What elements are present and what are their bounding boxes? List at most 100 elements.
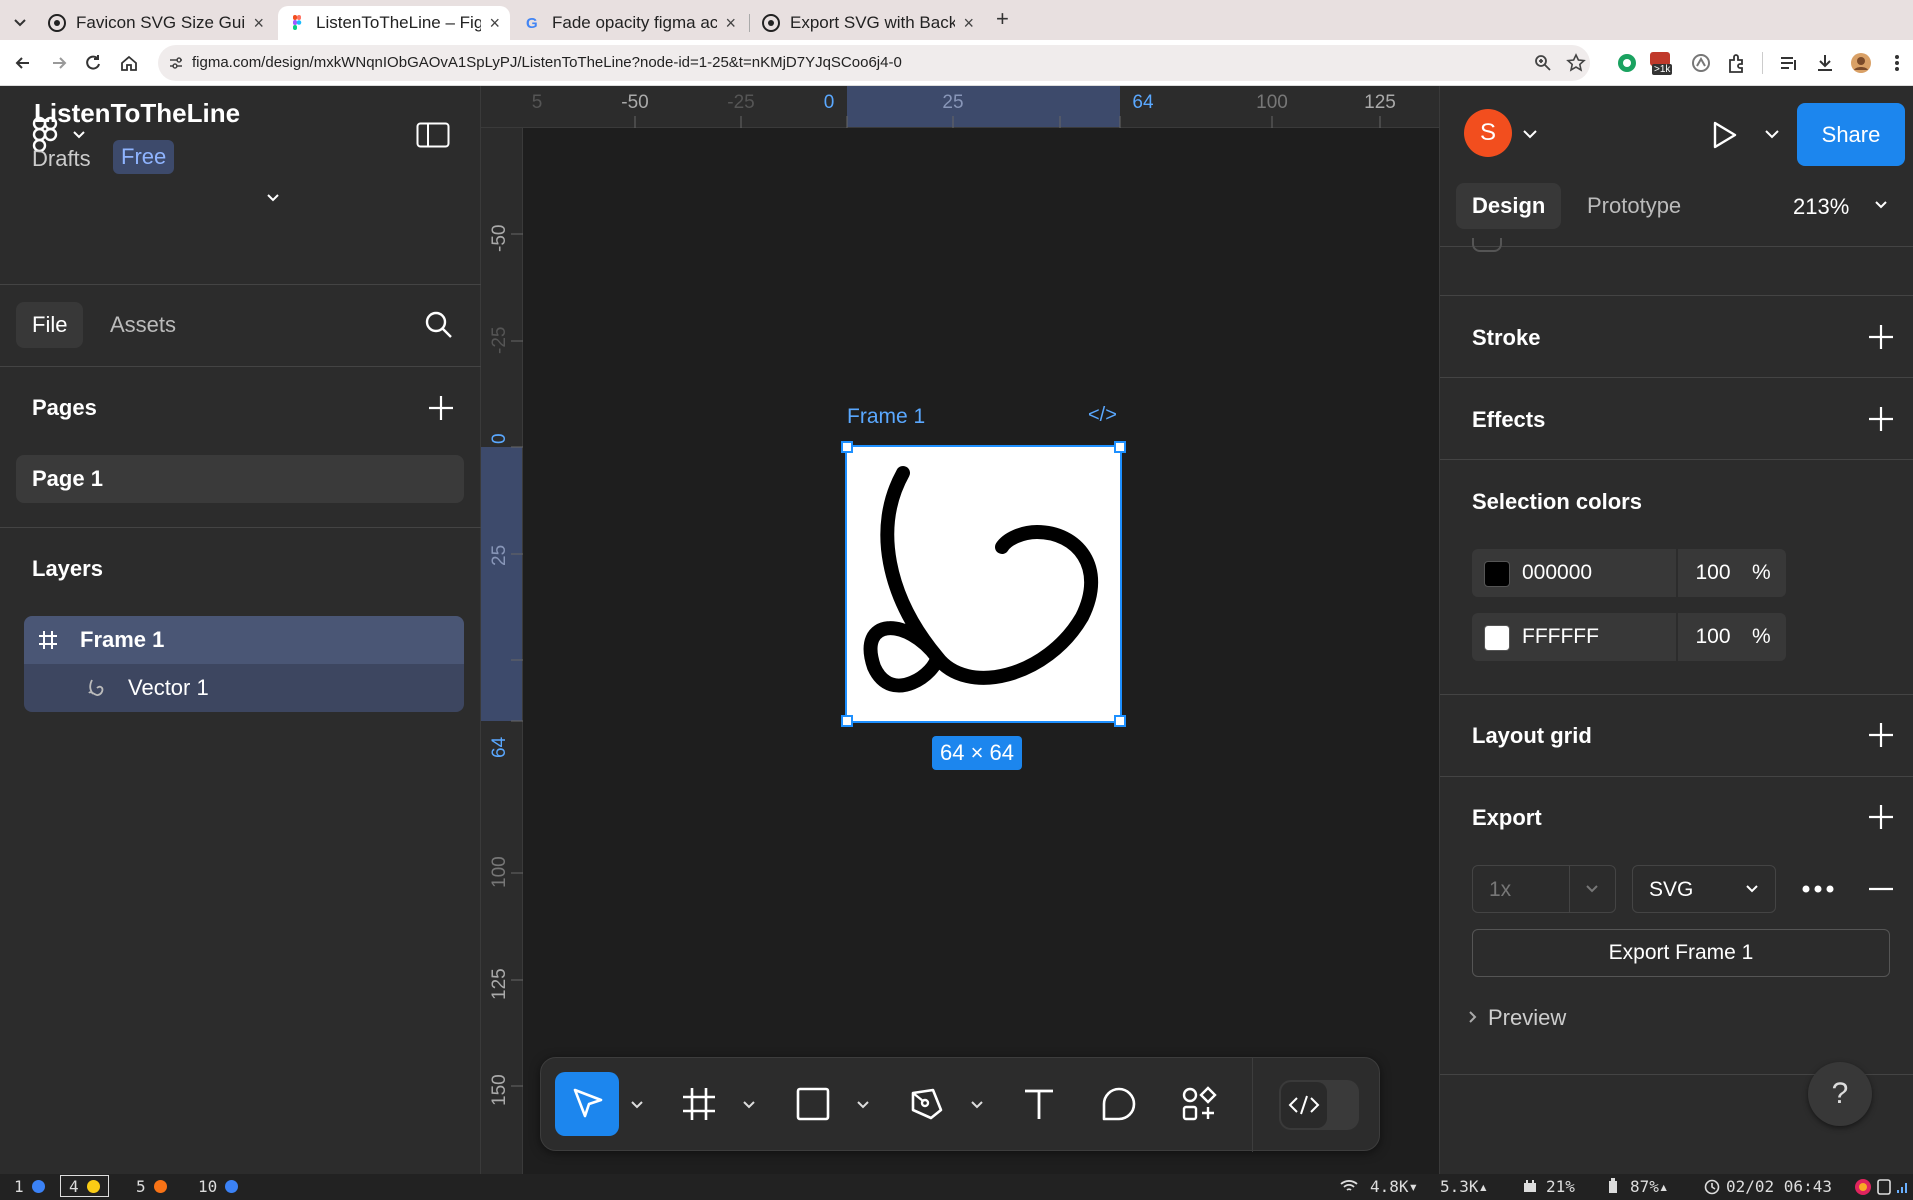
rectangle-tool-button[interactable] (781, 1072, 845, 1136)
present-play-icon[interactable] (1712, 120, 1738, 150)
tab-file[interactable]: File (16, 302, 84, 348)
comment-bubble-icon (1102, 1087, 1136, 1121)
browser-tab-active[interactable]: ListenToTheLine – Figm × (278, 6, 510, 40)
color-opacity-value[interactable]: 100 (1678, 625, 1748, 649)
tab-title: Export SVG with Back (790, 13, 956, 32)
browser-tab[interactable]: Export SVG with Back × (752, 6, 984, 40)
chevron-down-icon[interactable] (1764, 128, 1780, 140)
workspace-indicator[interactable]: 10 (198, 1177, 239, 1196)
bookmark-star-icon[interactable] (1566, 53, 1586, 73)
chevron-down-icon[interactable] (739, 1094, 759, 1114)
workspace-indicator[interactable]: 1 (14, 1177, 45, 1196)
frame-tool-button[interactable] (667, 1072, 731, 1136)
profile-avatar-icon[interactable] (1850, 52, 1872, 74)
plan-badge[interactable]: Free (113, 140, 175, 174)
add-export-icon[interactable] (1868, 804, 1894, 830)
frame-1-artboard[interactable] (845, 445, 1122, 723)
app-tray-icon[interactable] (1854, 1178, 1872, 1196)
url-omnibox[interactable]: figma.com/design/mxkWNqnIObGAOvA1SpLyPJ/… (158, 45, 1590, 81)
browser-menu-icon[interactable] (1886, 52, 1908, 74)
workspace-indicator-active[interactable]: 4 (60, 1175, 109, 1197)
layer-frame-1[interactable]: Frame 1 (24, 616, 464, 664)
chevron-down-icon (73, 131, 85, 139)
export-scale-select[interactable]: 1x (1472, 865, 1616, 913)
export-format-select[interactable]: SVG (1632, 865, 1776, 913)
color-hex-value[interactable]: FFFFFF (1522, 625, 1599, 649)
export-frame-button[interactable]: Export Frame 1 (1472, 929, 1890, 977)
dev-code-icon[interactable]: </> (1088, 404, 1117, 427)
extension-green-icon[interactable] (1616, 52, 1638, 74)
reload-button[interactable] (78, 48, 108, 78)
pen-tool-button[interactable] (895, 1072, 959, 1136)
close-tab-icon[interactable]: × (963, 13, 974, 34)
drafts-link[interactable]: Drafts (32, 146, 91, 172)
close-tab-icon[interactable]: × (253, 13, 264, 34)
share-button[interactable]: Share (1797, 103, 1905, 166)
color-swatch[interactable] (1484, 625, 1510, 651)
selection-color-row[interactable]: 000000 100 % (1472, 549, 1786, 597)
zoom-icon[interactable] (1534, 54, 1552, 72)
remove-export-icon[interactable] (1868, 880, 1894, 898)
extensions-puzzle-icon[interactable] (1726, 52, 1748, 74)
resize-handle-bottom-left[interactable] (841, 715, 853, 727)
chevron-down-icon[interactable] (266, 193, 280, 203)
toggle-sidebar-icon[interactable] (416, 122, 450, 148)
color-swatch[interactable] (1484, 561, 1510, 587)
back-button[interactable] (8, 48, 38, 78)
chevron-down-icon[interactable] (967, 1094, 987, 1114)
chevron-right-icon[interactable] (1468, 1010, 1478, 1024)
color-hex-value[interactable]: 000000 (1522, 561, 1592, 585)
add-layout-grid-icon[interactable] (1868, 722, 1894, 748)
help-button[interactable]: ? (1808, 1062, 1872, 1126)
tab-design[interactable]: Design (1456, 183, 1562, 229)
resize-handle-top-right[interactable] (1114, 441, 1126, 453)
close-tab-icon[interactable]: × (725, 13, 736, 34)
user-avatar[interactable]: S (1464, 109, 1512, 157)
file-title[interactable]: ListenToTheLine (34, 98, 240, 129)
browser-tab[interactable]: Favicon SVG Size Guid × (38, 6, 274, 40)
tab-list-dropdown[interactable] (8, 10, 32, 34)
text-tool-button[interactable] (1007, 1072, 1071, 1136)
new-tab-button[interactable]: + (996, 6, 1009, 32)
close-tab-icon[interactable]: × (489, 13, 500, 34)
reading-list-icon[interactable] (1778, 52, 1800, 74)
add-stroke-icon[interactable] (1868, 324, 1894, 350)
workspace-indicator[interactable]: 5 (136, 1177, 167, 1196)
add-page-icon[interactable] (428, 395, 454, 421)
home-button[interactable] (114, 48, 144, 78)
chevron-down-icon[interactable] (1522, 128, 1538, 140)
page-item[interactable]: Page 1 (16, 455, 464, 503)
comment-tool-button[interactable] (1087, 1072, 1151, 1136)
chevron-down-icon[interactable] (627, 1094, 647, 1114)
search-icon[interactable] (424, 310, 454, 340)
extension-badge-icon[interactable]: >1k (1648, 50, 1678, 78)
resize-handle-top-left[interactable] (841, 441, 853, 453)
zoom-level[interactable]: 213% (1793, 194, 1849, 220)
chevron-down-icon[interactable] (853, 1094, 873, 1114)
dev-mode-toggle-knob (1281, 1082, 1327, 1128)
dev-mode-toggle[interactable] (1279, 1080, 1359, 1130)
selection-color-row[interactable]: FFFFFF 100 % (1472, 613, 1786, 661)
browser-tab[interactable]: G Fade opacity figma ac × (514, 6, 746, 40)
vector-1-path[interactable] (847, 447, 1120, 721)
more-options-icon[interactable] (1802, 884, 1834, 894)
layer-vector-1[interactable]: Vector 1 (24, 664, 464, 712)
color-opacity-value[interactable]: 100 (1678, 561, 1748, 585)
add-effect-icon[interactable] (1868, 406, 1894, 432)
tab-prototype[interactable]: Prototype (1571, 183, 1697, 229)
download-icon[interactable] (1814, 52, 1836, 74)
google-favicon-icon: G (526, 15, 538, 32)
export-preview-toggle[interactable]: Preview (1488, 1005, 1566, 1031)
file-name: ListenToTheLine (34, 98, 241, 128)
resize-handle-bottom-right[interactable] (1114, 715, 1126, 727)
frame-name-label[interactable]: Frame 1 (847, 405, 925, 429)
site-settings-icon[interactable] (168, 55, 184, 71)
tray-icon[interactable] (1876, 1178, 1892, 1196)
move-tool-button[interactable] (555, 1072, 619, 1136)
resources-tool-button[interactable] (1167, 1072, 1231, 1136)
tab-assets[interactable]: Assets (94, 302, 192, 348)
chevron-down-icon[interactable] (1874, 200, 1888, 210)
forward-button[interactable] (44, 48, 74, 78)
extension-gray-icon[interactable] (1690, 52, 1712, 74)
cpu-icon (1524, 1180, 1536, 1192)
